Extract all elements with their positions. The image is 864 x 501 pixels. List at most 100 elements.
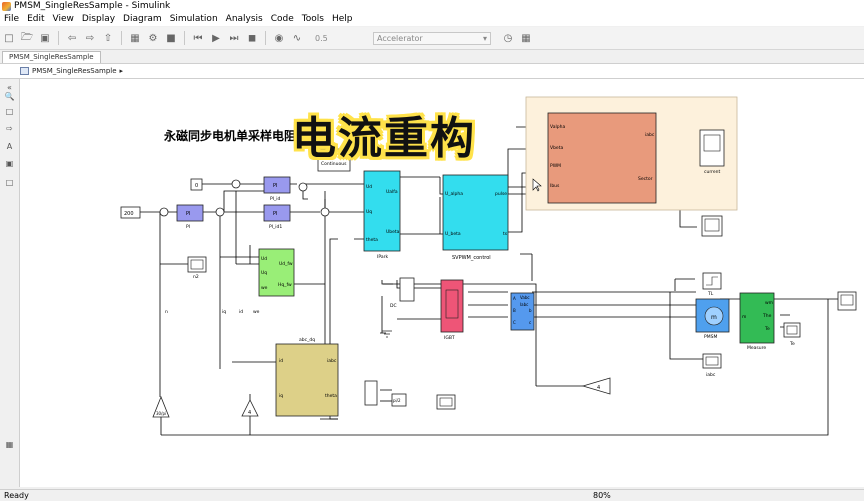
igbt-label: IGBT: [444, 335, 455, 341]
scope-wm: [837, 291, 857, 311]
menu-view[interactable]: View: [49, 14, 78, 24]
menu-simulation[interactable]: Simulation: [166, 14, 222, 24]
pi-id-text: PI: [273, 183, 278, 189]
model-explorer-icon[interactable]: ⚙: [146, 31, 160, 45]
sum-ud: [298, 182, 308, 192]
ipark-in-ud: Ud: [366, 184, 372, 190]
open-folder-icon[interactable]: 🗁: [20, 31, 34, 45]
scope-te-label: Te: [789, 341, 795, 347]
gain-4-left-text: 4: [248, 410, 251, 416]
status-text: Ready: [4, 491, 29, 500]
sum-speed: [159, 207, 169, 217]
scope-n2: n2: [187, 256, 207, 280]
performance-advisor-icon[interactable]: ◷: [501, 31, 515, 45]
ipark-out-ubeta: Ubeta: [386, 229, 400, 235]
forward-arrow-icon[interactable]: ⇨: [83, 31, 97, 45]
menu-diagram[interactable]: Diagram: [119, 14, 166, 24]
scope-te: Te: [783, 322, 801, 347]
const-200-text: 200: [124, 211, 134, 217]
run-icon[interactable]: ▶: [209, 31, 223, 45]
decoupling-out-ud: Ud_fw: [279, 261, 293, 267]
signal-n-label: n: [165, 310, 168, 315]
sum-uq: [320, 207, 330, 217]
igbt-block: [440, 279, 464, 333]
vm-out-c: c: [529, 320, 531, 325]
toolbar: □ 🗁 ▣ ⇦ ⇨ ⇧ ▦ ⚙ ■ ⏮ ▶ ⏭ ◼ ◉ ∿ 0.5 Accele…: [0, 27, 864, 50]
abc-dq-in-iabc: iabc: [327, 358, 337, 364]
scope-current-label: current: [704, 169, 720, 175]
data-inspector-icon[interactable]: ∿: [290, 31, 304, 45]
menu-bar: File Edit View Display Diagram Simulatio…: [0, 12, 864, 26]
record-icon[interactable]: ◉: [272, 31, 286, 45]
svpwm-out-pulse: pulse: [495, 191, 507, 197]
signal-id-label: id: [239, 309, 243, 315]
vm-in-b: B: [513, 308, 516, 313]
pmsm-label: PMSM: [704, 334, 717, 340]
zoom-level: 80%: [593, 491, 611, 500]
breadcrumb[interactable]: PMSM_SingleResSample ▸: [20, 67, 123, 75]
abc-dq-label: abc_dq: [299, 337, 315, 343]
svpwm-in-ubeta: U_beta: [445, 231, 461, 237]
measure-in-m: m: [742, 315, 746, 320]
stop-time-field[interactable]: 0.5: [312, 32, 367, 45]
svpwm-block: [442, 174, 509, 251]
stop-icon[interactable]: ◼: [245, 31, 259, 45]
pmsm-m-symbol: m: [711, 314, 717, 321]
annotation-icon[interactable]: A: [3, 141, 16, 152]
scope-n2-label: n2: [193, 274, 199, 280]
tab-model[interactable]: PMSM_SingleResSample: [2, 51, 101, 63]
menu-tools[interactable]: Tools: [298, 14, 328, 24]
status-bar: Ready 80%: [0, 489, 864, 501]
measure-out-wm: wm: [765, 301, 773, 306]
toolbar-separator: [265, 31, 266, 45]
ipark-out-ualfa: Ualfa: [386, 189, 398, 195]
measure-label: Measure: [747, 345, 766, 351]
step-forward-icon[interactable]: ⏭: [227, 31, 241, 45]
chevron-right-icon: ▸: [119, 67, 124, 75]
pmsm-tl-label: TL: [707, 291, 714, 297]
model-config-icon[interactable]: ■: [164, 31, 178, 45]
menu-analysis[interactable]: Analysis: [222, 14, 267, 24]
signal-iq-label: iq: [222, 309, 226, 315]
ipark-in-uq: Uq: [366, 209, 372, 215]
pi-iq-text: PI: [273, 211, 278, 217]
library-browser-icon[interactable]: ▦: [128, 31, 142, 45]
abc-dq-in-theta: theta: [325, 393, 337, 399]
arrow-right-icon[interactable]: ⇨: [3, 123, 16, 134]
vm-vabc: Vabc: [520, 295, 530, 300]
menu-code[interactable]: Code: [267, 14, 298, 24]
image-icon[interactable]: ▣: [3, 158, 16, 169]
menu-edit[interactable]: Edit: [23, 14, 48, 24]
scope-theta: [436, 394, 456, 410]
signal-we-label: we: [253, 310, 260, 315]
up-arrow-icon[interactable]: ⇧: [101, 31, 115, 45]
pi-speed-label: PI: [186, 224, 190, 230]
decoupling-in-uq: Uq: [261, 270, 267, 276]
step-back-icon[interactable]: ⏮: [191, 31, 205, 45]
vm-iabc: Iabc: [520, 302, 528, 307]
simulink-app-icon: [2, 1, 11, 11]
fit-view-icon[interactable]: □: [3, 106, 16, 117]
recon-in-pwm: PWM: [550, 163, 561, 169]
model-browser-icon[interactable]: ▦: [3, 439, 16, 450]
recon-in-vbeta: Vbeta: [550, 145, 563, 151]
new-model-icon[interactable]: □: [2, 31, 16, 45]
menu-file[interactable]: File: [0, 14, 23, 24]
menu-display[interactable]: Display: [78, 14, 119, 24]
menu-help[interactable]: Help: [328, 14, 357, 24]
toolbar-separator: [121, 31, 122, 45]
sum-iq: [215, 207, 225, 217]
pi2-text: pi/2: [393, 398, 401, 403]
back-arrow-icon[interactable]: ⇦: [65, 31, 79, 45]
ground-icon: [382, 330, 392, 338]
area-icon[interactable]: □: [3, 177, 16, 188]
pi-iq-label: PI_id1: [269, 224, 282, 230]
grid-settings-icon[interactable]: ▦: [519, 31, 533, 45]
simulation-mode-select[interactable]: Accelerator ▾: [373, 31, 491, 45]
zoom-icon[interactable]: 🔍: [3, 91, 16, 102]
toolbar-separator: [58, 31, 59, 45]
save-icon[interactable]: ▣: [38, 31, 52, 45]
const-0-text: 0: [195, 183, 198, 189]
decoupling-in-ud: Ud: [261, 256, 267, 262]
breadcrumb-bar: PMSM_SingleResSample ▸: [0, 64, 864, 79]
